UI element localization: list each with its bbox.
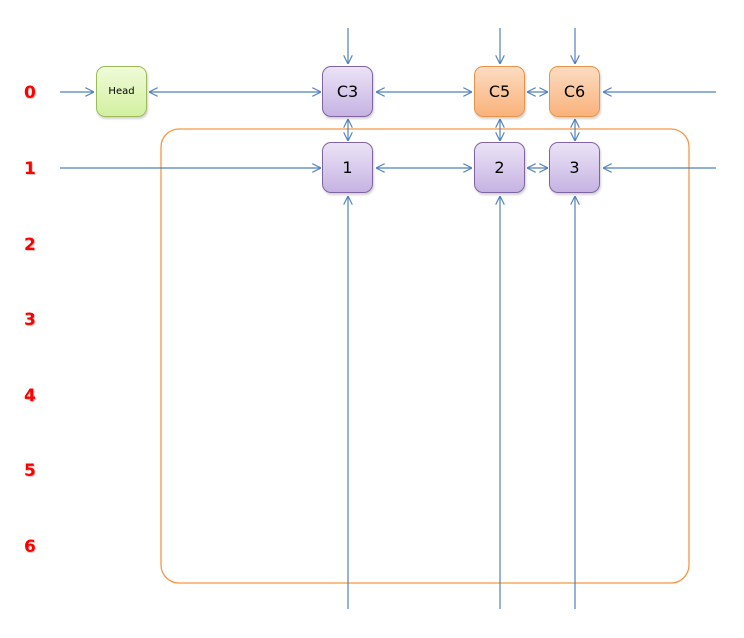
cell-node-1-label: 1 [342, 158, 353, 177]
row-label-0: 0 [24, 83, 36, 103]
column-header-c3-label: C3 [336, 82, 359, 101]
column-header-c6: C6 [549, 66, 600, 117]
column-header-c3: C3 [322, 66, 373, 117]
row-label-1: 1 [24, 159, 36, 179]
head-node: Head [96, 66, 147, 117]
head-node-label: Head [108, 86, 135, 97]
row-label-3: 3 [24, 310, 36, 330]
column-header-c5: C5 [474, 66, 525, 117]
matrix-container [160, 128, 690, 584]
cell-node-3-label: 3 [569, 158, 580, 177]
row-label-6: 6 [24, 537, 36, 557]
column-header-c5-label: C5 [488, 82, 511, 101]
row-label-5: 5 [24, 461, 36, 481]
row-label-4: 4 [24, 386, 36, 406]
cell-node-2: 2 [474, 142, 525, 193]
cell-node-2-label: 2 [494, 158, 505, 177]
cell-node-1: 1 [322, 142, 373, 193]
row-label-2: 2 [24, 235, 36, 255]
cell-node-3: 3 [549, 142, 600, 193]
column-header-c6-label: C6 [563, 82, 586, 101]
